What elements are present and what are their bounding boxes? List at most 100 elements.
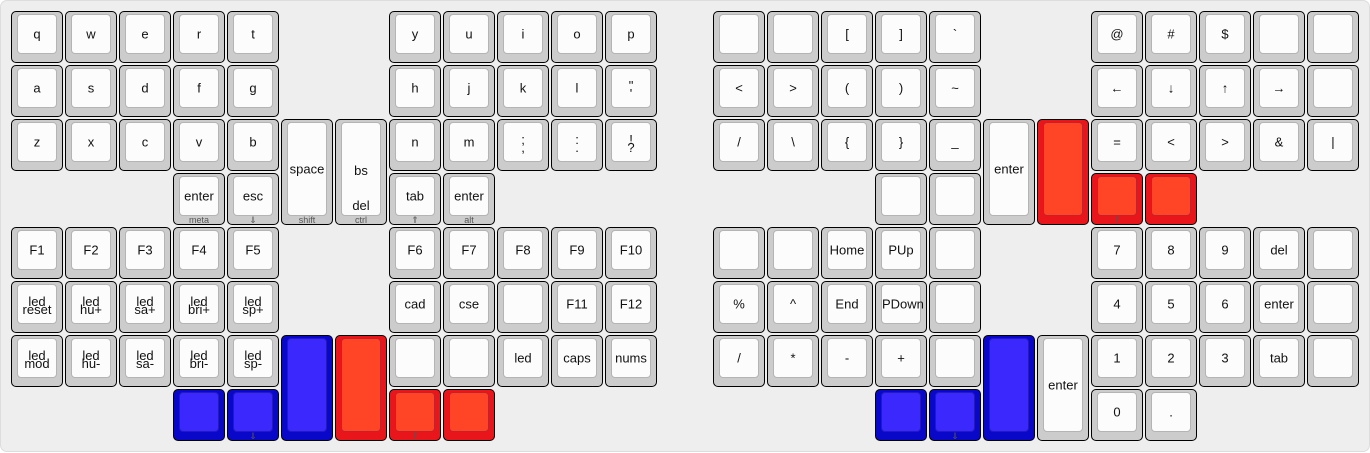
keycap: 3 [1205,338,1245,378]
key-lt2[interactable]: < [1145,119,1197,171]
keycap: ← [1097,68,1137,108]
key-blue-r2[interactable]: ⇓ [929,389,981,441]
key-num7[interactable]: 7 [1091,227,1143,279]
key-num6[interactable]: 6 [1199,281,1251,333]
keycap [773,230,813,270]
key-minus[interactable]: - [821,335,873,387]
key-arrow-right[interactable]: → [1253,65,1305,117]
key-blank-r9[interactable] [767,227,819,279]
key-label: ^ [789,296,797,312]
key-label: > [789,80,797,96]
key-num1[interactable]: 1 [1091,335,1143,387]
key-lbrace[interactable]: { [821,119,873,171]
keycap: enter [1043,338,1083,432]
key-blank-r10[interactable] [929,227,981,279]
key-ampersand[interactable]: & [1253,119,1305,171]
key-label: enter [994,161,1024,177]
key-label: 4 [1113,296,1121,312]
key-num5[interactable]: 5 [1145,281,1197,333]
key-tilde[interactable]: ~ [929,65,981,117]
key-red-r1[interactable]: ⇑ [1091,173,1143,225]
key-home[interactable]: Home [821,227,873,279]
key-arrow-down[interactable]: ↓ [1145,65,1197,117]
key-arrow-left[interactable]: ← [1091,65,1143,117]
key-blank-r2[interactable] [767,11,819,63]
key-plus[interactable]: + [875,335,927,387]
keycap: 1 [1097,338,1137,378]
keycap [1043,122,1083,216]
keycap [935,392,975,432]
keycap: + [881,338,921,378]
key-blue-r1[interactable] [875,389,927,441]
keycap: = [1097,122,1137,162]
key-num3[interactable]: 3 [1199,335,1251,387]
keycap: ↑ [1205,68,1245,108]
key-equals[interactable]: = [1091,119,1143,171]
key-label: < [1167,134,1175,150]
key-pipe[interactable]: | [1307,119,1359,171]
key-blank-r5[interactable] [1307,65,1359,117]
key-dot[interactable]: . [1145,389,1197,441]
key-label: } [898,134,904,150]
key-label: . [1169,404,1173,420]
key-multiply[interactable]: * [767,335,819,387]
key-caret[interactable]: ^ [767,281,819,333]
key-blank-r13[interactable] [1307,281,1359,333]
key-backslash[interactable]: \ [767,119,819,171]
key-rparen[interactable]: ) [875,65,927,117]
key-label: - [844,350,850,366]
key-enter-r3[interactable]: enter [1037,335,1089,441]
key-backtick[interactable]: ` [929,11,981,63]
key-blank-r7[interactable] [929,173,981,225]
key-label: < [735,80,743,96]
key-label: enter [1264,296,1294,312]
key-at[interactable]: @ [1091,11,1143,63]
key-blank-r6[interactable] [875,173,927,225]
key-num0[interactable]: 0 [1091,389,1143,441]
keycap: ~ [935,68,975,108]
key-front-label: ⇑ [1113,215,1121,225]
key-blue-tall-r[interactable] [983,335,1035,441]
key-underscore[interactable]: _ [929,119,981,171]
key-lt1[interactable]: < [713,65,765,117]
key-pgup[interactable]: PUp [875,227,927,279]
key-blank-r4[interactable] [1307,11,1359,63]
key-del[interactable]: del [1253,227,1305,279]
key-num4[interactable]: 4 [1091,281,1143,333]
key-pgdown[interactable]: PDown [875,281,927,333]
keycap [1313,230,1353,270]
key-percent[interactable]: % [713,281,765,333]
key-red-r2[interactable] [1145,173,1197,225]
keycap: 9 [1205,230,1245,270]
key-enter-r2[interactable]: enter [1253,281,1305,333]
key-gt2[interactable]: > [1199,119,1251,171]
key-hash[interactable]: # [1145,11,1197,63]
key-num9[interactable]: 9 [1199,227,1251,279]
key-red-tall-r[interactable] [1037,119,1089,225]
key-dollar[interactable]: $ [1199,11,1251,63]
key-blank-r12[interactable] [929,281,981,333]
key-label: PDown [882,296,924,312]
key-num2[interactable]: 2 [1145,335,1197,387]
key-gt1[interactable]: > [767,65,819,117]
key-blank-r11[interactable] [1307,227,1359,279]
key-slash[interactable]: / [713,119,765,171]
key-tab-r[interactable]: tab [1253,335,1305,387]
keycap [719,230,759,270]
key-end[interactable]: End [821,281,873,333]
key-num8[interactable]: 8 [1145,227,1197,279]
key-blank-r15[interactable] [1307,335,1359,387]
key-lbracket[interactable]: [ [821,11,873,63]
key-blank-r14[interactable] [929,335,981,387]
keycap: * [773,338,813,378]
key-arrow-up[interactable]: ↑ [1199,65,1251,117]
key-blank-r3[interactable] [1253,11,1305,63]
key-enter-r1[interactable]: enter [983,119,1035,225]
key-rbracket[interactable]: ] [875,11,927,63]
key-blank-r1[interactable] [713,11,765,63]
key-divide[interactable]: / [713,335,765,387]
key-blank-r8[interactable] [713,227,765,279]
key-label: { [844,134,850,150]
key-rbrace[interactable]: } [875,119,927,171]
key-lparen[interactable]: ( [821,65,873,117]
